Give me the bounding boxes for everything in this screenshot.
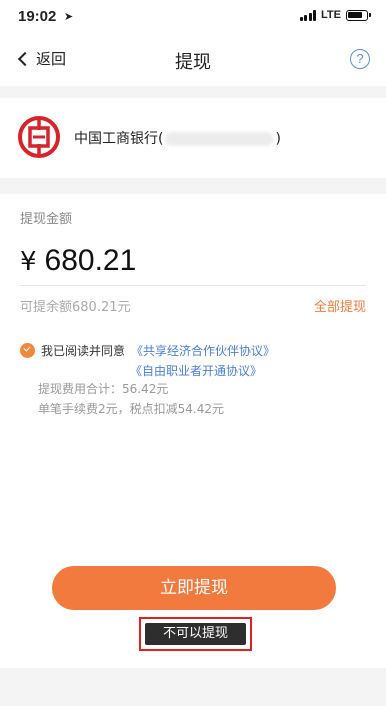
- freelancer-agreement-link[interactable]: 《自由职业者开通协议》: [130, 362, 262, 379]
- amount-value: 680.21: [44, 244, 137, 277]
- error-toast: 不可以提现: [145, 623, 246, 645]
- masked-account-number: [165, 132, 274, 146]
- fee-detail: 单笔手续费2元，税点扣减54.42元: [38, 402, 224, 416]
- available-balance: 可提余额680.21元: [20, 300, 131, 315]
- signal-icon: [299, 9, 317, 21]
- nav-bar: 返回 提现 ?: [0, 34, 386, 86]
- status-bar: 19:02 ➤ LTE: [0, 0, 386, 34]
- bank-card-row[interactable]: 中国工商银行(): [0, 98, 386, 178]
- currency-symbol: ¥: [20, 247, 37, 277]
- partner-agreement-link[interactable]: 《共享经济合作伙伴协议》: [131, 342, 275, 359]
- icbc-logo-icon: [18, 116, 60, 158]
- highlight-outline: 不可以提现: [139, 617, 252, 651]
- withdraw-card: 提现金额 ¥ 680.21 可提余额680.21元 全部提现 我已阅读并同意 《…: [0, 194, 386, 668]
- status-time: 19:02: [18, 8, 57, 25]
- checkbox-checked-icon[interactable]: [20, 343, 35, 358]
- bank-name-prefix: 中国工商银行(: [74, 131, 164, 147]
- divider: [20, 285, 366, 286]
- withdraw-all-link[interactable]: 全部提现: [314, 296, 366, 315]
- agreement-row: 我已阅读并同意 《共享经济合作伙伴协议》: [20, 342, 275, 359]
- status-indicators: LTE: [299, 9, 371, 21]
- bank-name-suffix: ): [275, 131, 281, 147]
- battery-icon: [346, 9, 371, 21]
- agreement-prefix: 我已阅读并同意: [41, 344, 126, 358]
- withdraw-now-button[interactable]: 立即提现: [52, 566, 336, 610]
- fee-total: 提现费用合计：56.42元: [38, 382, 169, 396]
- location-arrow-icon: ➤: [64, 10, 74, 23]
- amount-label: 提现金额: [20, 212, 73, 227]
- page-title: 提现: [175, 52, 211, 73]
- help-icon[interactable]: ?: [350, 49, 370, 69]
- amount-input[interactable]: ¥ 680.21: [20, 244, 136, 278]
- bank-name: 中国工商银行(): [74, 128, 281, 148]
- network-label: LTE: [321, 9, 341, 21]
